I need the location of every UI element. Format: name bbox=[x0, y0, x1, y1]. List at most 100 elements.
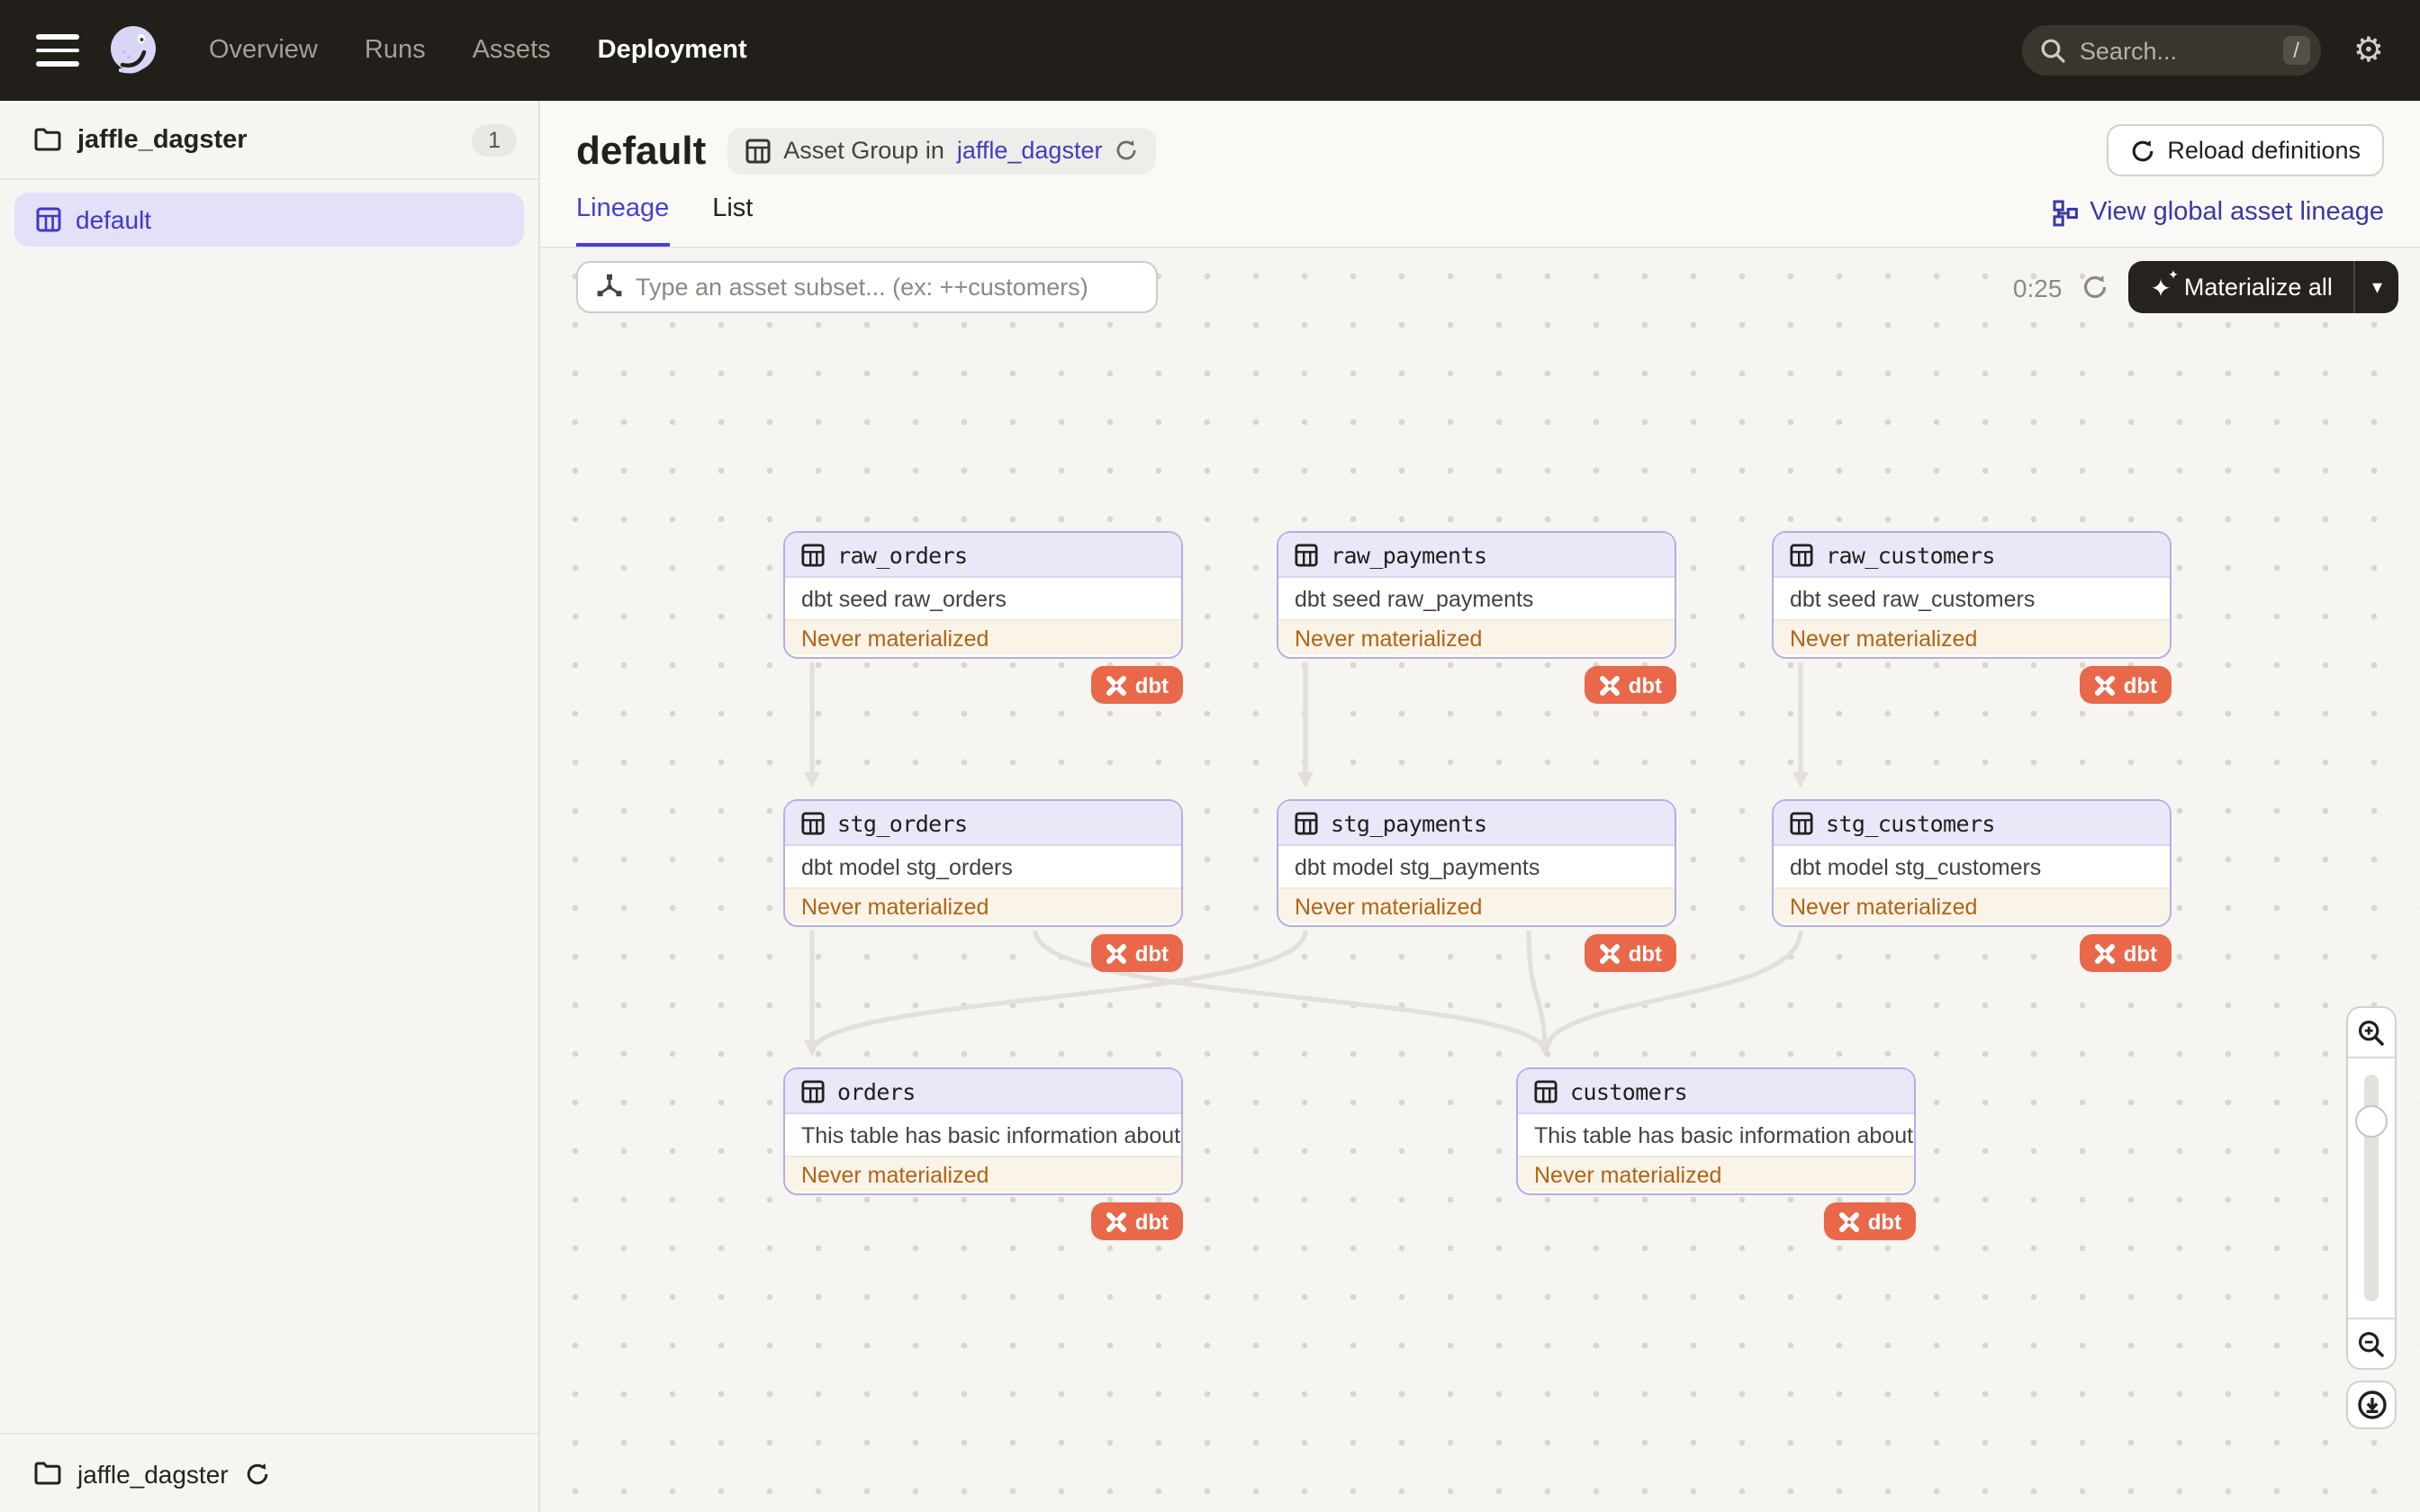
asset-description: dbt seed raw_payments bbox=[1295, 586, 1534, 611]
dbt-badge-label: dbt bbox=[1628, 940, 1662, 966]
refresh-icon[interactable] bbox=[2081, 274, 2108, 301]
dbt-badge: dbt bbox=[2080, 666, 2172, 704]
tab-list[interactable]: List bbox=[712, 194, 753, 247]
dbt-badge: dbt bbox=[1091, 1202, 1183, 1240]
table-icon bbox=[1295, 543, 1318, 566]
asset-description: This table has basic information about .… bbox=[801, 1122, 1181, 1148]
download-icon bbox=[2357, 1390, 2386, 1419]
asset-description: dbt model stg_payments bbox=[1295, 854, 1540, 879]
dagster-logo[interactable] bbox=[104, 22, 162, 79]
top-nav: Overview Runs Assets Deployment Search... /… bbox=[0, 0, 2420, 101]
zoom-in-button[interactable] bbox=[2348, 1008, 2395, 1057]
search-icon bbox=[2041, 39, 2065, 63]
asset-group-count-badge: 1 bbox=[472, 123, 517, 156]
page-title: default bbox=[576, 127, 707, 172]
sidebar-item-default[interactable]: default bbox=[14, 193, 524, 247]
asset-status-never-materialized: Never materialized bbox=[785, 619, 1181, 655]
lineage-graph-icon bbox=[2052, 199, 2078, 226]
asset-status-never-materialized: Never materialized bbox=[1278, 887, 1675, 923]
materialize-all-button[interactable]: ✦ ✦ Materialize all ▾ bbox=[2128, 261, 2398, 313]
dbt-badge-label: dbt bbox=[1134, 940, 1169, 966]
asset-node-orders[interactable]: orders This table has basic information a… bbox=[783, 1067, 1183, 1240]
tab-lineage[interactable]: Lineage bbox=[576, 194, 670, 247]
dbt-logo-icon bbox=[1600, 943, 1621, 963]
table-icon bbox=[36, 207, 61, 232]
dbt-logo-icon bbox=[2095, 675, 2116, 695]
asset-node-header: stg_orders bbox=[785, 801, 1181, 846]
dbt-badge-label: dbt bbox=[2123, 672, 2157, 698]
dbt-logo-icon bbox=[2095, 943, 2116, 963]
edge-stg_payments-to-customers bbox=[1526, 930, 1553, 1057]
asset-node-stg_payments[interactable]: stg_paymentsdbt model stg_payments Never … bbox=[1277, 799, 1676, 972]
sidebar-project-jaffle-dagster[interactable]: jaffle_dagster 1 bbox=[0, 101, 538, 180]
nav-item-overview[interactable]: Overview bbox=[209, 36, 318, 65]
asset-node-stg_customers[interactable]: stg_customers dbt model stg_customers Neve… bbox=[1772, 799, 2172, 972]
asset-node-header: customers bbox=[1518, 1069, 1914, 1114]
asset-node-header: raw_orders bbox=[785, 533, 1181, 578]
table-icon bbox=[801, 811, 825, 834]
asset-description: dbt model stg_customers bbox=[1790, 854, 2042, 879]
view-global-asset-lineage-link[interactable]: View global asset lineage bbox=[2052, 198, 2384, 247]
sidebar-footer-label: jaffle_dagster bbox=[77, 1459, 229, 1488]
table-icon bbox=[1534, 1079, 1558, 1102]
materialize-dropdown-caret[interactable]: ▾ bbox=[2353, 261, 2398, 313]
asset-description: dbt seed raw_orders bbox=[801, 586, 1007, 611]
nav-item-runs[interactable]: Runs bbox=[365, 36, 426, 65]
zoom-slider-handle[interactable] bbox=[2355, 1105, 2388, 1138]
sparkle-icon: ✦ ✦ bbox=[2150, 269, 2179, 302]
table-icon bbox=[801, 543, 825, 566]
zoom-slider[interactable] bbox=[2348, 1057, 2395, 1319]
nav-item-deployment[interactable]: Deployment bbox=[598, 36, 747, 65]
folder-icon bbox=[34, 128, 61, 151]
nav-item-assets[interactable]: Assets bbox=[473, 36, 551, 65]
search-input[interactable]: Search... / bbox=[2021, 25, 2321, 76]
settings-gear-icon[interactable]: ⚙ bbox=[2353, 33, 2384, 68]
asset-group-badge-text: Asset Group in bbox=[783, 137, 944, 164]
asset-description: dbt model stg_orders bbox=[801, 854, 1013, 879]
asset-subset-input[interactable]: Type an asset subset... (ex: ++customers… bbox=[576, 261, 1158, 313]
download-image-button[interactable] bbox=[2346, 1381, 2397, 1429]
asset-name: stg_orders bbox=[837, 809, 968, 836]
asset-subset-placeholder: Type an asset subset... (ex: ++customers… bbox=[636, 274, 1088, 301]
asset-name: orders bbox=[837, 1077, 916, 1104]
asset-node-header: raw_customers bbox=[1774, 533, 2170, 578]
asset-node-header: stg_customers bbox=[1774, 801, 2170, 846]
dbt-logo-icon bbox=[1839, 1211, 1860, 1231]
refresh-icon[interactable] bbox=[1115, 139, 1138, 162]
asset-node-customers[interactable]: customers This table has basic informatio… bbox=[1516, 1067, 1916, 1240]
dbt-badge-label: dbt bbox=[1134, 1209, 1169, 1234]
sidebar-item-label: default bbox=[76, 205, 152, 234]
table-icon bbox=[1295, 811, 1318, 834]
dbt-badge: dbt bbox=[1585, 934, 1676, 972]
lineage-canvas[interactable]: raw_ordersdbt seed raw_orders Never mater… bbox=[540, 248, 2420, 1512]
zoom-out-icon bbox=[2358, 1330, 2384, 1356]
dbt-badge: dbt bbox=[1585, 666, 1676, 704]
asset-group-badge-link[interactable]: jaffle_dagster bbox=[957, 137, 1103, 164]
asset-status-never-materialized: Never materialized bbox=[1518, 1156, 1914, 1192]
sidebar-footer: jaffle_dagster bbox=[0, 1433, 538, 1512]
asset-node-raw_orders[interactable]: raw_ordersdbt seed raw_orders Never mater… bbox=[783, 531, 1183, 704]
reload-definitions-button[interactable]: Reload definitions bbox=[2106, 124, 2384, 176]
dbt-badge-label: dbt bbox=[1628, 672, 1662, 698]
dbt-badge: dbt bbox=[1091, 666, 1183, 704]
asset-name: stg_payments bbox=[1331, 809, 1487, 836]
asset-name: raw_customers bbox=[1826, 541, 1995, 568]
dbt-badge: dbt bbox=[1824, 1202, 1916, 1240]
asset-node-header: raw_payments bbox=[1278, 533, 1675, 578]
asset-description: dbt seed raw_customers bbox=[1790, 586, 2036, 611]
table-icon bbox=[745, 138, 771, 163]
hamburger-menu-icon[interactable] bbox=[36, 34, 79, 67]
zoom-out-button[interactable] bbox=[2348, 1319, 2395, 1368]
page-header: default Asset Group in jaffle_dagster Re… bbox=[540, 101, 2420, 248]
refresh-timer: 0:25 bbox=[2012, 273, 2063, 302]
asset-node-header: stg_payments bbox=[1278, 801, 1675, 846]
asset-node-raw_customers[interactable]: raw_customers dbt seed raw_customers Never… bbox=[1772, 531, 2172, 704]
asset-description: This table has basic information about .… bbox=[1534, 1122, 1914, 1148]
search-placeholder: Search... bbox=[2079, 37, 2177, 64]
asset-node-raw_payments[interactable]: raw_payments dbt seed raw_payments Never m… bbox=[1277, 531, 1676, 704]
dbt-logo-icon bbox=[1106, 943, 1127, 963]
asset-node-stg_orders[interactable]: stg_orders dbt model stg_orders Never mate… bbox=[783, 799, 1183, 972]
refresh-icon[interactable] bbox=[245, 1461, 270, 1486]
asset-name: customers bbox=[1570, 1077, 1688, 1104]
dbt-logo-icon bbox=[1106, 1211, 1127, 1231]
